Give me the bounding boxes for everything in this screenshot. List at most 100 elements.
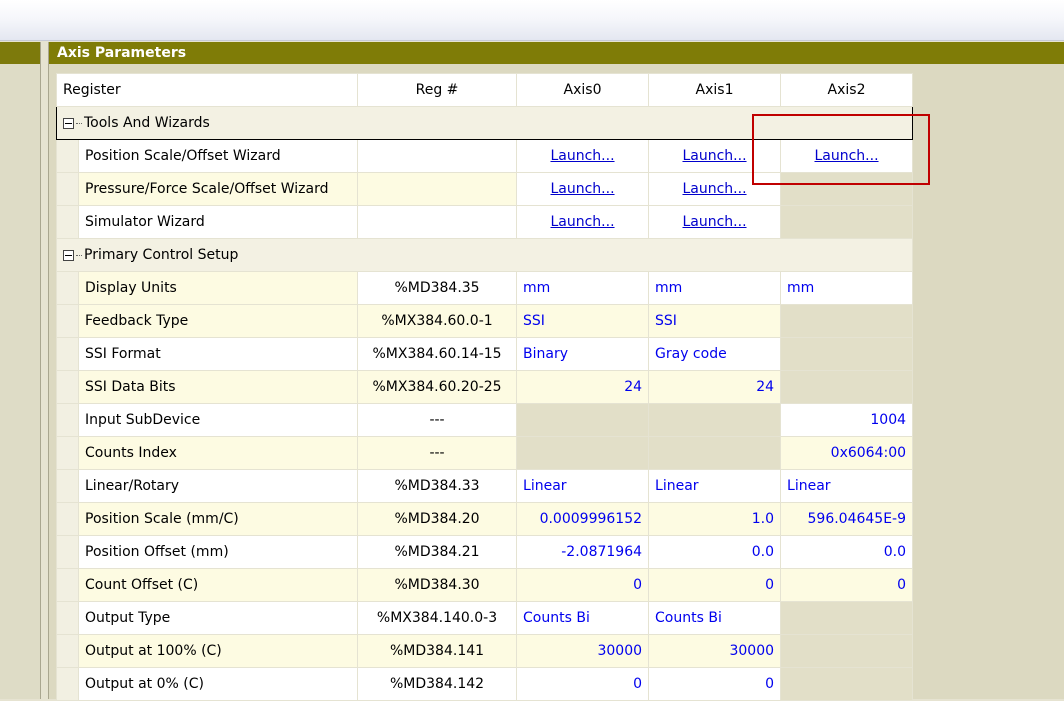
value-cell-axis1[interactable]: Gray code	[648, 337, 782, 371]
value-cell-axis2[interactable]: 0	[780, 568, 914, 602]
register-name: SSI Data Bits	[77, 370, 359, 404]
column-header-axis0[interactable]: Axis0	[516, 73, 650, 107]
value-cell-axis0[interactable]: SSI	[516, 304, 650, 338]
column-header-reg-num[interactable]: Reg #	[357, 73, 518, 107]
group-row-tools-and-wizards[interactable]: Tools And Wizards	[55, 106, 914, 140]
value-cell-axis2[interactable]: mm	[780, 271, 914, 305]
value-cell-axis0[interactable]: 0	[516, 568, 650, 602]
value-cell-axis2	[780, 304, 914, 338]
table-row: Pressure/Force Scale/Offset Wizard Launc…	[56, 172, 914, 206]
register-name: Position Offset (mm)	[77, 535, 359, 569]
table-row: Simulator Wizard Launch... Launch...	[56, 205, 914, 239]
register-name: Pressure/Force Scale/Offset Wizard	[77, 172, 359, 206]
table-row: Position Scale (mm/C) %MD384.20 0.000999…	[56, 502, 914, 536]
register-name: Simulator Wizard	[77, 205, 359, 239]
table-row: Position Offset (mm) %MD384.21 -2.087196…	[56, 535, 914, 569]
register-number	[357, 139, 518, 173]
value-cell-axis1[interactable]: 0	[648, 667, 782, 701]
register-name: Position Scale/Offset Wizard	[77, 139, 359, 173]
register-number: %MD384.141	[357, 634, 518, 668]
value-cell-axis2	[780, 172, 914, 206]
left-panel	[0, 42, 41, 699]
left-panel-header	[0, 42, 40, 64]
value-cell-axis0[interactable]: 30000	[516, 634, 650, 668]
register-number	[357, 205, 518, 239]
launch-link-axis1[interactable]: Launch...	[648, 172, 782, 206]
collapse-icon[interactable]	[63, 117, 74, 129]
value-cell-axis0[interactable]: 0.0009996152	[516, 502, 650, 536]
value-cell-axis1[interactable]: 0.0	[648, 535, 782, 569]
value-cell-axis2	[780, 370, 914, 404]
register-number: %MX384.60.20-25	[357, 370, 518, 404]
table-row: Feedback Type %MX384.60.0-1 SSI SSI	[56, 304, 914, 338]
group-row-primary-control-setup[interactable]: Primary Control Setup	[55, 238, 914, 272]
value-cell-axis1[interactable]: 1.0	[648, 502, 782, 536]
value-cell-axis1[interactable]: SSI	[648, 304, 782, 338]
value-cell-axis2	[780, 205, 914, 239]
table-row: Output at 100% (C) %MD384.141 30000 3000…	[56, 634, 914, 668]
launch-link-axis1[interactable]: Launch...	[648, 205, 782, 239]
register-name: Linear/Rotary	[77, 469, 359, 503]
table-row: Count Offset (C) %MD384.30 0 0 0	[56, 568, 914, 602]
register-name: Count Offset (C)	[77, 568, 359, 602]
value-cell-axis2	[780, 634, 914, 668]
register-number: ---	[357, 436, 518, 470]
launch-link-axis0[interactable]: Launch...	[516, 205, 650, 239]
value-cell-axis2	[780, 337, 914, 371]
value-cell-axis2[interactable]: 0.0	[780, 535, 914, 569]
value-cell-axis1[interactable]: 24	[648, 370, 782, 404]
register-number: %MX384.60.14-15	[357, 337, 518, 371]
panel-splitter[interactable]	[41, 42, 48, 699]
launch-link-axis0[interactable]: Launch...	[516, 172, 650, 206]
register-name: Output Type	[77, 601, 359, 635]
tree-connector-icon	[76, 254, 82, 256]
register-name: Counts Index	[77, 436, 359, 470]
value-cell-axis0[interactable]: Linear	[516, 469, 650, 503]
register-name: Position Scale (mm/C)	[77, 502, 359, 536]
table-row: Output Type %MX384.140.0-3 Counts Bi Cou…	[56, 601, 914, 635]
group-label: Primary Control Setup	[84, 247, 239, 263]
register-number: %MD384.142	[357, 667, 518, 701]
value-cell-axis2[interactable]: 0x6064:00	[780, 436, 914, 470]
collapse-icon[interactable]	[63, 249, 74, 261]
table-row: Input SubDevice --- 1004	[56, 403, 914, 437]
value-cell-axis0[interactable]: 24	[516, 370, 650, 404]
value-cell-axis0[interactable]: -2.0871964	[516, 535, 650, 569]
launch-link-axis1[interactable]: Launch...	[648, 139, 782, 173]
table-row: Counts Index --- 0x6064:00	[56, 436, 914, 470]
register-number: %MX384.140.0-3	[357, 601, 518, 635]
value-cell-axis0[interactable]: mm	[516, 271, 650, 305]
value-cell-axis2	[780, 667, 914, 701]
table-row: SSI Format %MX384.60.14-15 Binary Gray c…	[56, 337, 914, 371]
launch-link-axis0[interactable]: Launch...	[516, 139, 650, 173]
value-cell-axis1	[648, 436, 782, 470]
value-cell-axis0[interactable]: 0	[516, 667, 650, 701]
register-name: Input SubDevice	[77, 403, 359, 437]
top-toolbar	[0, 0, 1064, 41]
register-name: Display Units	[77, 271, 359, 305]
register-number: %MX384.60.0-1	[357, 304, 518, 338]
value-cell-axis0[interactable]: Counts Bi	[516, 601, 650, 635]
value-cell-axis2[interactable]: 596.04645E-9	[780, 502, 914, 536]
column-header-axis1[interactable]: Axis1	[648, 73, 782, 107]
register-number	[357, 172, 518, 206]
value-cell-axis1[interactable]: mm	[648, 271, 782, 305]
table-row: SSI Data Bits %MX384.60.20-25 24 24	[56, 370, 914, 404]
value-cell-axis0	[516, 403, 650, 437]
group-label: Tools And Wizards	[84, 115, 210, 131]
column-header-register[interactable]: Register	[55, 73, 359, 107]
value-cell-axis1[interactable]: 30000	[648, 634, 782, 668]
launch-link-axis2[interactable]: Launch...	[780, 139, 914, 173]
table-row: Output at 0% (C) %MD384.142 0 0	[56, 667, 914, 701]
column-header-axis2[interactable]: Axis2	[780, 73, 914, 107]
value-cell-axis0[interactable]: Binary	[516, 337, 650, 371]
table-row: Position Scale/Offset Wizard Launch... L…	[56, 139, 914, 173]
value-cell-axis2[interactable]: 1004	[780, 403, 914, 437]
value-cell-axis1[interactable]: Linear	[648, 469, 782, 503]
value-cell-axis0	[516, 436, 650, 470]
value-cell-axis2[interactable]: Linear	[780, 469, 914, 503]
table-row: Linear/Rotary %MD384.33 Linear Linear Li…	[56, 469, 914, 503]
value-cell-axis1[interactable]: Counts Bi	[648, 601, 782, 635]
value-cell-axis1[interactable]: 0	[648, 568, 782, 602]
register-number: %MD384.35	[357, 271, 518, 305]
